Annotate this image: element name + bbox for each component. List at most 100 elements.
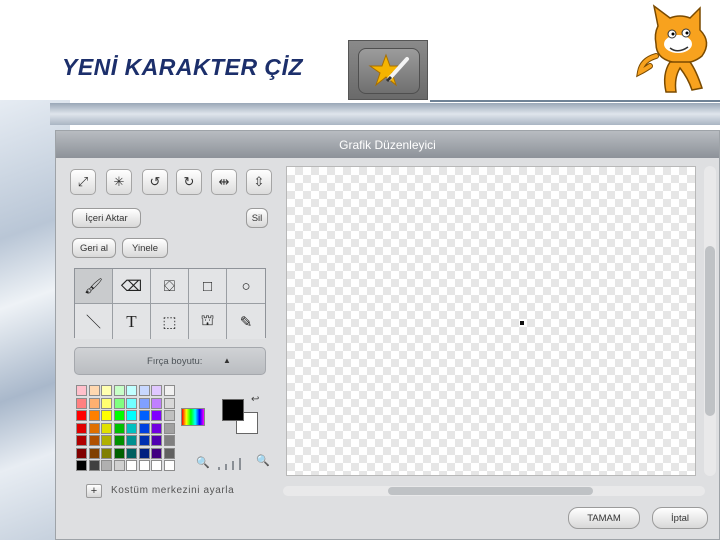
foreground-color[interactable] bbox=[222, 399, 244, 421]
color-swatch[interactable] bbox=[76, 435, 87, 446]
color-swatch[interactable] bbox=[126, 385, 137, 396]
color-swatch[interactable] bbox=[76, 460, 87, 471]
flip-vertical-icon[interactable]: ⇳ bbox=[246, 169, 272, 195]
horizontal-scrollbar[interactable] bbox=[283, 486, 705, 496]
drawing-tool-palette: 🖌 ⌫ ⛋ □ ○ ＼ T ⬚ ⛫ ✎ bbox=[74, 268, 266, 339]
select-icon[interactable]: ⬚ bbox=[151, 304, 189, 339]
color-swatch[interactable] bbox=[138, 422, 150, 434]
color-swatch[interactable] bbox=[151, 447, 162, 459]
color-swatch[interactable] bbox=[88, 422, 100, 434]
color-swatch[interactable] bbox=[101, 410, 112, 421]
color-swatch[interactable] bbox=[138, 435, 150, 446]
brush-size-panel[interactable]: Fırça boyutu: ▲ bbox=[74, 347, 266, 375]
set-center-button[interactable]: + bbox=[86, 484, 102, 498]
color-swatch[interactable] bbox=[88, 397, 100, 409]
color-swatch[interactable] bbox=[113, 422, 125, 434]
vertical-scroll-thumb[interactable] bbox=[705, 246, 715, 416]
slide-divider bbox=[430, 100, 720, 102]
editor-titlebar: Grafik Düzenleyici bbox=[56, 131, 719, 158]
eyedropper-icon[interactable]: ✎ bbox=[227, 304, 265, 339]
zoom-out-icon[interactable]: 🔍 bbox=[196, 456, 210, 469]
set-center-label: Kostüm merkezini ayarla bbox=[111, 485, 235, 496]
color-swatch[interactable] bbox=[151, 410, 162, 421]
color-swatch[interactable] bbox=[76, 422, 87, 434]
color-swatch[interactable] bbox=[163, 385, 175, 396]
stamp-icon[interactable]: ⛫ bbox=[189, 304, 227, 339]
fill-bucket-icon[interactable]: ⛋ bbox=[151, 269, 189, 304]
rotate-left-icon[interactable]: ↺ bbox=[142, 169, 168, 195]
slide-header-band bbox=[50, 103, 720, 125]
color-swatch[interactable] bbox=[113, 385, 125, 396]
scratch-cat-icon bbox=[636, 4, 708, 93]
color-swatch[interactable] bbox=[138, 397, 150, 409]
color-swatch[interactable] bbox=[101, 447, 112, 459]
color-swatch[interactable] bbox=[76, 447, 87, 459]
color-swatch[interactable] bbox=[151, 460, 162, 471]
zoom-in-icon[interactable]: 🔍 bbox=[256, 454, 270, 467]
color-swatch[interactable] bbox=[163, 397, 175, 409]
color-swatch[interactable] bbox=[88, 435, 100, 446]
color-swatch[interactable] bbox=[113, 410, 125, 421]
editor-title: Grafik Düzenleyici bbox=[339, 138, 436, 152]
cancel-button[interactable]: İptal bbox=[652, 507, 708, 529]
ok-button[interactable]: TAMAM bbox=[568, 507, 640, 529]
color-picker-icon[interactable] bbox=[181, 408, 205, 426]
color-swatch[interactable] bbox=[113, 447, 125, 459]
undo-button[interactable]: Geri al bbox=[72, 238, 116, 258]
color-swatch[interactable] bbox=[163, 447, 175, 459]
color-swatch[interactable] bbox=[126, 397, 137, 409]
color-swatch[interactable] bbox=[101, 397, 112, 409]
color-swatch[interactable] bbox=[163, 460, 175, 471]
color-swatch[interactable] bbox=[113, 460, 125, 471]
drawing-canvas[interactable] bbox=[286, 166, 696, 476]
paintbrush-icon[interactable]: 🖌 bbox=[75, 269, 113, 304]
color-swatch[interactable] bbox=[76, 385, 87, 396]
color-swatch[interactable] bbox=[113, 435, 125, 446]
color-swatch[interactable] bbox=[163, 422, 175, 434]
color-swatch[interactable] bbox=[151, 422, 162, 434]
color-swatch[interactable] bbox=[138, 460, 150, 471]
rectangle-icon[interactable]: □ bbox=[189, 269, 227, 304]
ellipse-icon[interactable]: ○ bbox=[227, 269, 265, 304]
brush-size-label: Fırça boyutu: bbox=[147, 356, 203, 367]
color-swatch[interactable] bbox=[101, 422, 112, 434]
color-swatch[interactable] bbox=[126, 410, 137, 421]
color-swatch[interactable] bbox=[101, 385, 112, 396]
color-swatch[interactable] bbox=[101, 435, 112, 446]
horizontal-scroll-thumb[interactable] bbox=[388, 487, 593, 495]
color-swatch[interactable] bbox=[76, 410, 87, 421]
eraser-icon[interactable]: ⌫ bbox=[113, 269, 151, 304]
color-swatch[interactable] bbox=[76, 397, 87, 409]
color-swatch[interactable] bbox=[126, 460, 137, 471]
color-swatch[interactable] bbox=[88, 410, 100, 421]
line-icon[interactable]: ＼ bbox=[75, 304, 113, 339]
color-swatch[interactable] bbox=[163, 435, 175, 446]
import-button[interactable]: İçeri Aktar bbox=[72, 208, 141, 228]
swap-colors-icon[interactable]: ↩ bbox=[251, 394, 259, 405]
color-swatch[interactable] bbox=[151, 435, 162, 446]
redo-button[interactable]: Yinele bbox=[122, 238, 168, 258]
color-swatch[interactable] bbox=[88, 460, 100, 471]
delete-button[interactable]: Sil bbox=[246, 208, 268, 228]
color-swatch[interactable] bbox=[138, 410, 150, 421]
color-swatch[interactable] bbox=[138, 447, 150, 459]
color-swatch[interactable] bbox=[126, 422, 137, 434]
shrink-icon[interactable]: ✳ bbox=[106, 169, 132, 195]
color-swatch[interactable] bbox=[126, 435, 137, 446]
color-swatch[interactable] bbox=[88, 385, 100, 396]
color-swatch[interactable] bbox=[88, 447, 100, 459]
color-swatch[interactable] bbox=[113, 397, 125, 409]
color-swatch[interactable] bbox=[138, 385, 150, 396]
flip-horizontal-icon[interactable]: ⇹ bbox=[211, 169, 237, 195]
brush-size-arrow-icon[interactable]: ▲ bbox=[223, 356, 231, 365]
color-swatch[interactable] bbox=[151, 397, 162, 409]
text-icon[interactable]: T bbox=[113, 304, 151, 339]
color-swatch[interactable] bbox=[126, 447, 137, 459]
vertical-scrollbar[interactable] bbox=[704, 166, 716, 476]
color-swatch[interactable] bbox=[163, 410, 175, 421]
graphic-editor-window: Grafik Düzenleyici ⤢ ✳ ↺ ↻ ⇹ ⇳ İçeri Akt… bbox=[55, 130, 720, 540]
color-swatch[interactable] bbox=[101, 460, 112, 471]
color-swatch[interactable] bbox=[151, 385, 162, 396]
grow-icon[interactable]: ⤢ bbox=[70, 169, 96, 195]
rotate-right-icon[interactable]: ↻ bbox=[176, 169, 202, 195]
